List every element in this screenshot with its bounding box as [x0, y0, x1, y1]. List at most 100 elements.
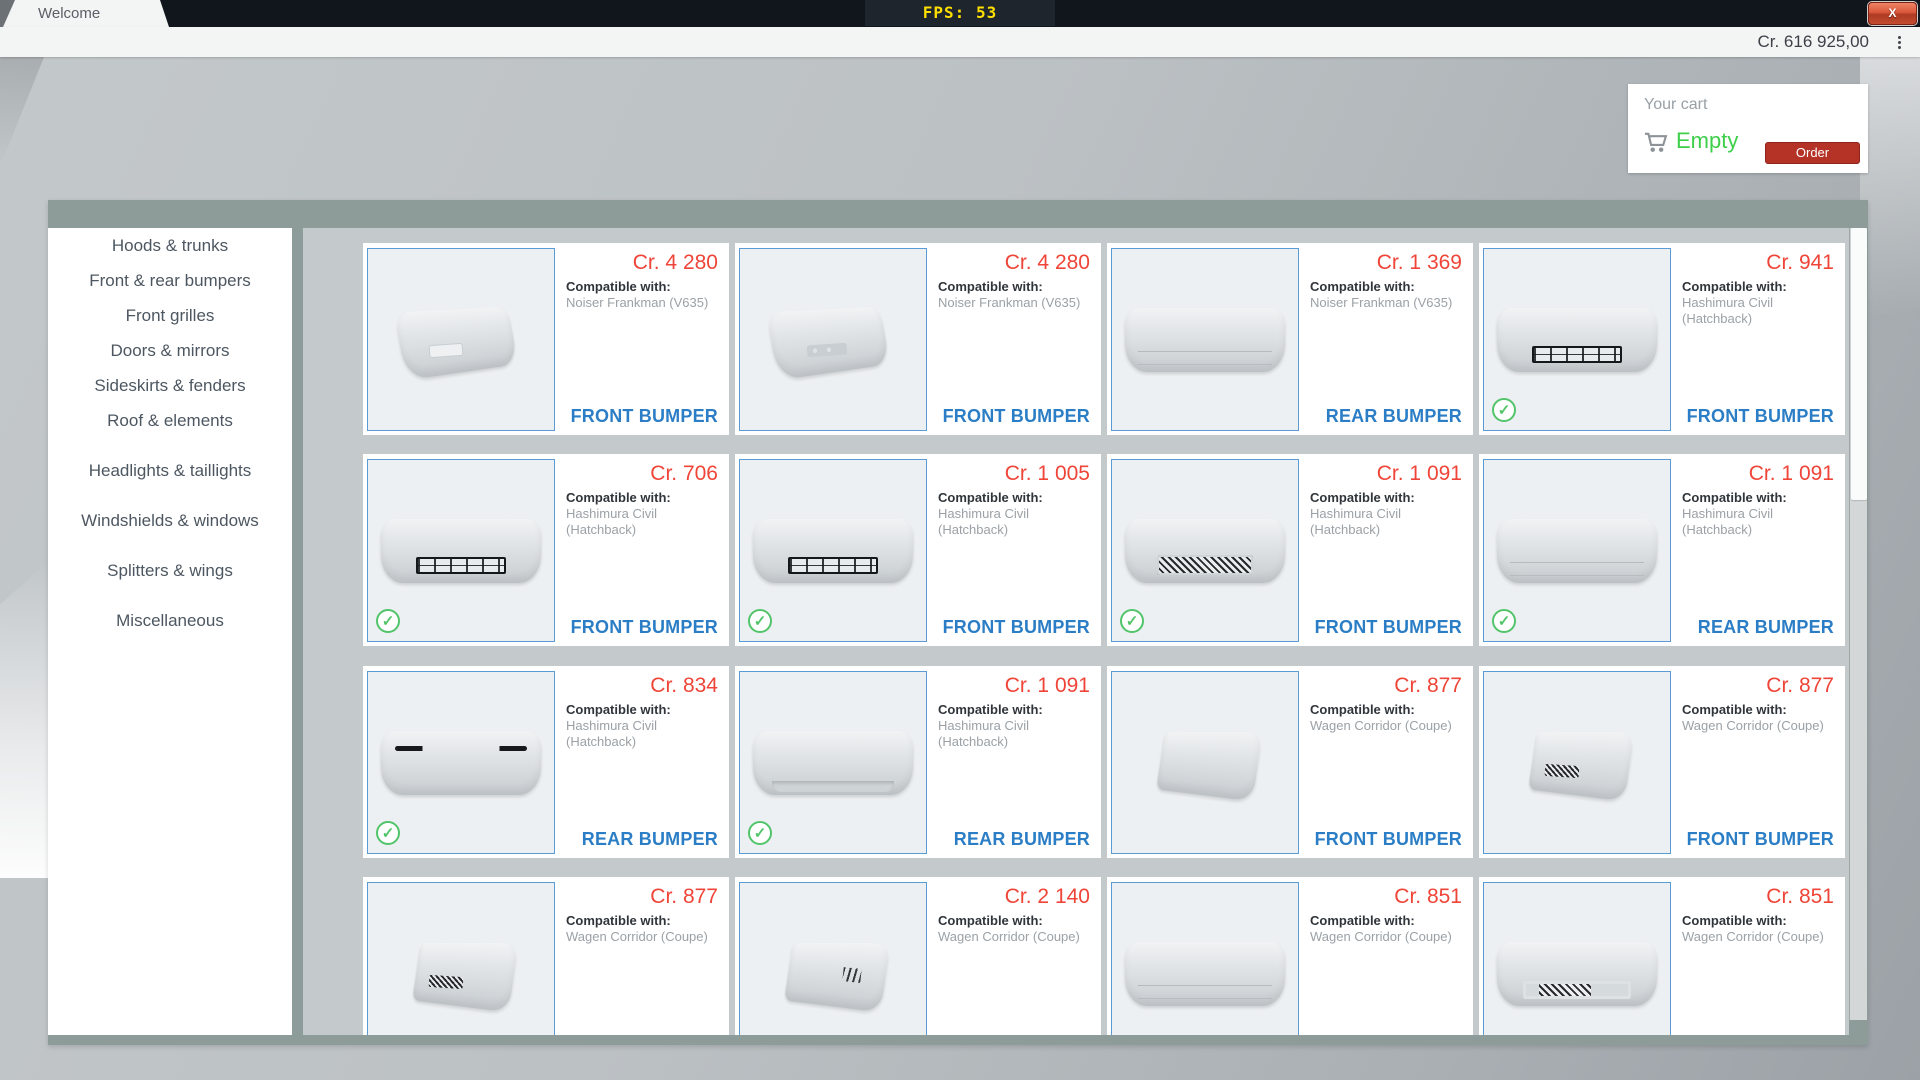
compatible-models: Hashimura Civil (Hatchback)	[566, 718, 657, 750]
product-image-box: ✓	[367, 459, 555, 642]
part-type-label: FRONT BUMPER	[1687, 406, 1834, 427]
kebab-menu-icon[interactable]	[1890, 33, 1908, 51]
bumper-image	[381, 308, 541, 372]
compatible-label: Compatible with:	[1682, 279, 1787, 294]
compatible-models: Noiser Frankman (V635)	[566, 295, 708, 311]
price-label: Cr. 877	[1766, 674, 1834, 698]
compatible-label: Compatible with:	[938, 279, 1043, 294]
compatible-label: Compatible with:	[1682, 702, 1787, 717]
sidebar-category-item[interactable]: Front grilles	[48, 298, 292, 333]
bumper-image	[753, 308, 913, 372]
cart-panel: Your cart Empty Order	[1628, 84, 1868, 173]
part-type-label: REAR BUMPER	[1326, 406, 1462, 427]
order-button[interactable]: Order	[1765, 142, 1860, 164]
bumper-image	[753, 519, 913, 583]
sidebar-category-item[interactable]: Sideskirts & fenders	[48, 368, 292, 403]
compatible-label: Compatible with:	[1310, 913, 1415, 928]
product-card[interactable]: ✓ Cr. 2 140 Compatible with: Wagen Corri…	[735, 877, 1101, 1035]
product-card[interactable]: ✓ Cr. 1 369 Compatible with: Noiser Fran…	[1107, 243, 1473, 435]
compatible-models: Wagen Corridor (Coupe)	[1682, 718, 1824, 734]
compatible-models: Hashimura Civil (Hatchback)	[1310, 506, 1401, 538]
scrollbar-thumb[interactable]	[1851, 228, 1867, 500]
product-card[interactable]: ✓ Cr. 877 Compatible with: Wagen Corrido…	[363, 877, 729, 1035]
part-type-label: REAR BUMPER	[582, 829, 718, 850]
price-label: Cr. 877	[1394, 674, 1462, 698]
product-card[interactable]: ✓ Cr. 706 Compatible with: Hashimura Civ…	[363, 454, 729, 646]
sidebar-category-item[interactable]: Front & rear bumpers	[48, 263, 292, 298]
compatible-models: Hashimura Civil (Hatchback)	[938, 506, 1029, 538]
product-card[interactable]: ✓ Cr. 1 005 Compatible with: Hashimura C…	[735, 454, 1101, 646]
owned-check-icon: ✓	[376, 821, 400, 845]
bumper-image	[753, 942, 913, 1006]
bumper-image	[381, 519, 541, 583]
product-card[interactable]: ✓ Cr. 834 Compatible with: Hashimura Civ…	[363, 666, 729, 858]
compatible-models: Hashimura Civil (Hatchback)	[566, 506, 657, 538]
bumper-image	[1497, 731, 1657, 795]
part-type-label: FRONT BUMPER	[1687, 829, 1834, 850]
product-card[interactable]: ✓ Cr. 877 Compatible with: Wagen Corrido…	[1479, 666, 1845, 858]
cart-title: Your cart	[1644, 96, 1707, 114]
product-card[interactable]: ✓ Cr. 4 280 Compatible with: Noiser Fran…	[735, 243, 1101, 435]
product-card[interactable]: ✓ Cr. 1 091 Compatible with: Hashimura C…	[1479, 454, 1845, 646]
compatible-label: Compatible with:	[1310, 279, 1415, 294]
product-card[interactable]: ✓ Cr. 1 091 Compatible with: Hashimura C…	[1107, 454, 1473, 646]
product-image-box: ✓	[1111, 459, 1299, 642]
part-type-label: FRONT BUMPER	[571, 617, 718, 638]
part-type-label: FRONT BUMPER	[943, 617, 1090, 638]
sidebar-category-item[interactable]: Hoods & trunks	[48, 228, 292, 263]
compatible-label: Compatible with:	[1682, 490, 1787, 505]
product-image-box: ✓	[1483, 459, 1671, 642]
owned-check-icon: ✓	[748, 821, 772, 845]
price-label: Cr. 1 369	[1377, 251, 1462, 275]
sidebar-category-item[interactable]: Doors & mirrors	[48, 333, 292, 368]
product-image-box: ✓	[739, 248, 927, 431]
fps-counter: FPS: 53	[865, 0, 1055, 26]
title-bar: Welcome FPS: 53 X	[0, 0, 1920, 27]
tab-welcome[interactable]: Welcome	[0, 0, 172, 27]
compatible-label: Compatible with:	[566, 913, 671, 928]
price-label: Cr. 834	[650, 674, 718, 698]
bumper-image	[1497, 519, 1657, 583]
compatible-label: Compatible with:	[938, 913, 1043, 928]
product-card[interactable]: ✓ Cr. 877 Compatible with: Wagen Corrido…	[1107, 666, 1473, 858]
sidebar-category-item[interactable]: Headlights & taillights	[48, 453, 292, 488]
close-button[interactable]: X	[1868, 2, 1917, 25]
compatible-label: Compatible with:	[566, 490, 671, 505]
price-label: Cr. 851	[1766, 885, 1834, 909]
bumper-image	[1125, 731, 1285, 795]
bumper-image	[753, 731, 913, 795]
compatible-models: Wagen Corridor (Coupe)	[1310, 718, 1452, 734]
product-card[interactable]: ✓ Cr. 4 280 Compatible with: Noiser Fran…	[363, 243, 729, 435]
compatible-models: Hashimura Civil (Hatchback)	[1682, 506, 1773, 538]
cart-status: Empty	[1676, 128, 1738, 154]
scrollbar-track[interactable]	[1849, 228, 1867, 1020]
bumper-image	[1125, 942, 1285, 1006]
product-image-box: ✓	[1111, 248, 1299, 431]
price-label: Cr. 4 280	[633, 251, 718, 275]
price-label: Cr. 1 005	[1005, 462, 1090, 486]
price-label: Cr. 877	[650, 885, 718, 909]
product-card[interactable]: ✓ Cr. 851 Compatible with: Wagen Corrido…	[1479, 877, 1845, 1035]
sidebar-category-item[interactable]: Splitters & wings	[48, 553, 292, 588]
sidebar-category-item[interactable]: Roof & elements	[48, 403, 292, 438]
product-card[interactable]: ✓ Cr. 851 Compatible with: Wagen Corrido…	[1107, 877, 1473, 1035]
price-label: Cr. 4 280	[1005, 251, 1090, 275]
product-image-box: ✓	[1483, 671, 1671, 854]
compatible-models: Wagen Corridor (Coupe)	[566, 929, 708, 945]
product-image-box: ✓	[1111, 882, 1299, 1035]
compatible-models: Hashimura Civil (Hatchback)	[1682, 295, 1773, 327]
sidebar-category-item[interactable]: Windshields & windows	[48, 503, 292, 538]
product-image-box: ✓	[367, 671, 555, 854]
owned-check-icon: ✓	[1492, 398, 1516, 422]
price-label: Cr. 851	[1394, 885, 1462, 909]
product-image-box: ✓	[367, 882, 555, 1035]
compatible-label: Compatible with:	[938, 702, 1043, 717]
compatible-models: Noiser Frankman (V635)	[938, 295, 1080, 311]
part-type-label: REAR BUMPER	[1698, 617, 1834, 638]
sidebar-category-item[interactable]: Miscellaneous	[48, 603, 292, 638]
product-card[interactable]: ✓ Cr. 941 Compatible with: Hashimura Civ…	[1479, 243, 1845, 435]
compatible-models: Wagen Corridor (Coupe)	[1310, 929, 1452, 945]
product-image-box: ✓	[1111, 671, 1299, 854]
product-card[interactable]: ✓ Cr. 1 091 Compatible with: Hashimura C…	[735, 666, 1101, 858]
shop-panel: Hoods & trunksFront & rear bumpersFront …	[48, 200, 1868, 1045]
